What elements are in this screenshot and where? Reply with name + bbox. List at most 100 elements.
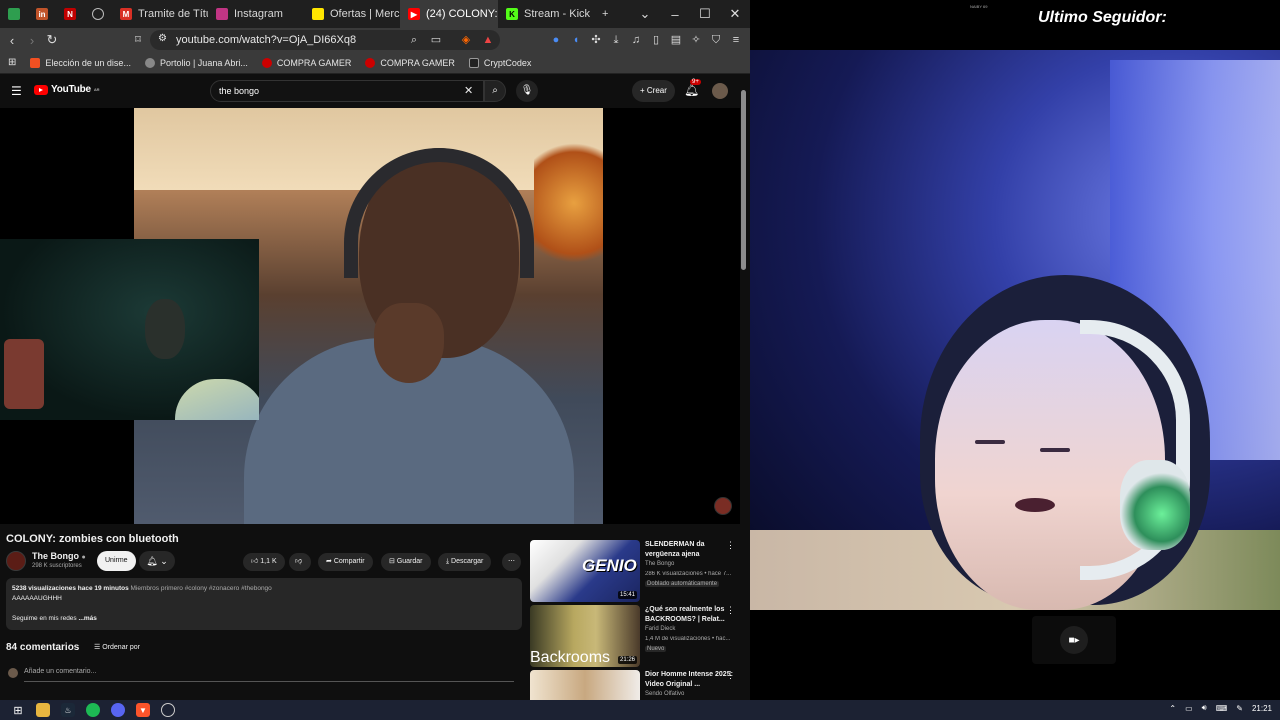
steam-icon[interactable]: ♨	[61, 703, 75, 717]
tab-search-icon[interactable]: ⌄	[630, 6, 660, 22]
cast-icon[interactable]: ▭	[428, 32, 444, 48]
extensions-icon[interactable]: ✣	[588, 32, 604, 48]
join-button[interactable]: Unirme	[97, 551, 136, 571]
description-text: AAAAAAUGHHH	[12, 595, 62, 602]
share-button[interactable]: ➦ Compartir	[318, 553, 373, 571]
brave-icon[interactable]: ▼	[136, 703, 150, 717]
file-explorer-icon[interactable]	[36, 703, 50, 717]
spotify-icon[interactable]	[86, 703, 100, 717]
tab-pinned-4[interactable]	[84, 0, 112, 28]
apps-icon[interactable]: ⊞	[8, 57, 16, 68]
tab-gmail[interactable]: M Tramite de Título T	[112, 0, 208, 28]
recommendation-meta: 1,4 M de visualizaciones • hac...	[645, 636, 731, 642]
video-thumbnail[interactable]: GENIO 15:41	[530, 540, 640, 602]
hamburger-menu-icon[interactable]: ☰	[11, 84, 22, 98]
more-actions-button[interactable]: ⋯	[502, 553, 521, 571]
recommendation-channel[interactable]: Sendo Olfativo	[645, 691, 684, 697]
brave-shield-icon[interactable]: ◈	[458, 32, 474, 48]
download-button[interactable]: ⤓ Descargar	[438, 553, 492, 571]
bookmark-item[interactable]: Elección de un dise...	[30, 57, 131, 68]
tab-pinned-2[interactable]: in	[28, 0, 56, 28]
language-icon[interactable]: ⌨	[1216, 704, 1228, 713]
description-tags: Miembros primero #colony #zonacero #theb…	[130, 585, 272, 592]
channel-watermark[interactable]	[714, 497, 732, 515]
recommendation-item[interactable]: Backrooms 21:26 ¿Qué son realmente los B…	[530, 605, 740, 667]
channel-name[interactable]: The Bongo ●	[32, 551, 86, 561]
kebab-menu-icon[interactable]: ⋮	[726, 670, 735, 681]
show-more-link[interactable]: ...más	[78, 615, 96, 622]
bookmark-item[interactable]: Portolio | Juana Abri...	[144, 57, 248, 68]
tab-pinned-1[interactable]	[0, 0, 28, 28]
avatar[interactable]	[712, 83, 728, 99]
voice-search-button[interactable]: 🎙︎	[516, 80, 538, 102]
subscription-bell-button[interactable]: 🔔︎ ⌄	[139, 551, 175, 571]
chevron-up-icon[interactable]: ⌃	[1169, 704, 1176, 713]
channel-avatar[interactable]	[6, 551, 26, 571]
leo-ai-icon[interactable]: ✧	[688, 32, 704, 48]
reload-icon[interactable]: ↻	[42, 32, 62, 48]
tab-kick[interactable]: K Stream - Kick Das	[498, 0, 594, 28]
url-field[interactable]: ⚙ youtube.com/watch?v=OjA_DI66Xq8	[150, 30, 500, 50]
menu-icon[interactable]: ≡	[728, 32, 744, 48]
video-thumbnail[interactable]	[530, 670, 640, 700]
camera-toggle-button[interactable]: ■▸	[1032, 616, 1116, 664]
media-icon[interactable]: ♫	[628, 32, 644, 48]
bookmark-item[interactable]: COMPRA GAMER	[365, 57, 455, 68]
tab-instagram[interactable]: Instagram	[208, 0, 304, 28]
vpn-icon[interactable]: ⛉	[708, 32, 724, 48]
comment-input[interactable]: Añade un comentario...	[24, 668, 514, 682]
search-input[interactable]: the bongo	[210, 80, 484, 102]
back-icon[interactable]: ‹	[2, 33, 22, 48]
clock-time[interactable]: 21:21	[1252, 704, 1272, 713]
create-button[interactable]: + Crear	[632, 80, 675, 102]
tab-mercadolibre[interactable]: Ofertas | Mercado	[304, 0, 400, 28]
recommendation-title[interactable]: Dior Homme Intense 2025: Video Original …	[645, 670, 735, 690]
scrollbar-thumb[interactable]	[741, 90, 746, 270]
video-thumbnail[interactable]: Backrooms 21:26	[530, 605, 640, 667]
download-icon[interactable]: ⤓	[608, 32, 624, 48]
youtube-logo[interactable]: YouTube AR	[34, 84, 99, 95]
extension-2-icon[interactable]: ◖	[568, 32, 584, 48]
notifications-button[interactable]: 🔔︎ 9+	[684, 79, 701, 97]
recommendation-title[interactable]: ¿Qué son realmente los BACKROOMS? | Rela…	[645, 605, 735, 625]
dislike-button[interactable]: 👎︎	[289, 553, 311, 571]
page-scrollbar[interactable]	[740, 86, 748, 696]
save-button[interactable]: ⊟ Guardar	[381, 553, 431, 571]
video-player[interactable]	[0, 108, 740, 524]
description-box[interactable]: 5238 visualizaciones hace 19 minutos Mie…	[6, 578, 522, 630]
tab-youtube-active[interactable]: ▶(24) COLONY:✕	[400, 0, 498, 28]
brave-rewards-icon[interactable]: ▲	[480, 32, 496, 48]
new-tab-button[interactable]: +	[594, 0, 616, 28]
obs-icon[interactable]	[161, 703, 175, 717]
like-button[interactable]: 👍︎ 1,1 K	[243, 553, 285, 571]
site-info-icon[interactable]: ⚙	[158, 33, 167, 44]
extension-1-icon[interactable]: ●	[548, 32, 564, 48]
sort-comments-button[interactable]: ☰ Ordenar por	[94, 643, 140, 651]
maximize-icon[interactable]: ☐	[690, 6, 720, 22]
clear-search-icon[interactable]: ✕	[464, 84, 473, 97]
wallet-icon[interactable]: ▤	[668, 32, 684, 48]
bookmark-item[interactable]: CryptCodex	[468, 57, 531, 68]
search-button[interactable]: ⌕	[484, 80, 506, 102]
minimize-icon[interactable]: –	[660, 7, 690, 22]
zoom-icon[interactable]: ⌕	[406, 32, 422, 48]
tab-pinned-3[interactable]: N	[56, 0, 84, 28]
bookmark-icon[interactable]: ⌑	[130, 32, 146, 48]
discord-icon[interactable]	[111, 703, 125, 717]
volume-icon[interactable]: 🔊︎	[1202, 703, 1207, 713]
recommendation-item[interactable]: Dior Homme Intense 2025: Video Original …	[530, 670, 740, 700]
forward-icon[interactable]: ›	[22, 33, 42, 48]
network-icon[interactable]: ▭	[1185, 704, 1193, 713]
kebab-menu-icon[interactable]: ⋮	[726, 540, 735, 551]
sidebar-icon[interactable]: ▯	[648, 32, 664, 48]
bookmark-item[interactable]: COMPRA GAMER	[261, 57, 351, 68]
recommendation-channel[interactable]: The Bongo	[645, 561, 674, 567]
recommendation-channel[interactable]: Farid Dieck	[645, 626, 675, 632]
pen-icon[interactable]: ✎	[1236, 704, 1243, 713]
recommendation-title[interactable]: SLENDERMAN da vergüenza ajena	[645, 540, 735, 560]
tab-label: Instagram	[234, 8, 283, 20]
close-window-icon[interactable]: ✕	[720, 6, 750, 22]
windows-start-icon[interactable]: ⊞	[11, 703, 25, 717]
kebab-menu-icon[interactable]: ⋮	[726, 605, 735, 616]
recommendation-item[interactable]: GENIO 15:41 SLENDERMAN da vergüenza ajen…	[530, 540, 740, 602]
